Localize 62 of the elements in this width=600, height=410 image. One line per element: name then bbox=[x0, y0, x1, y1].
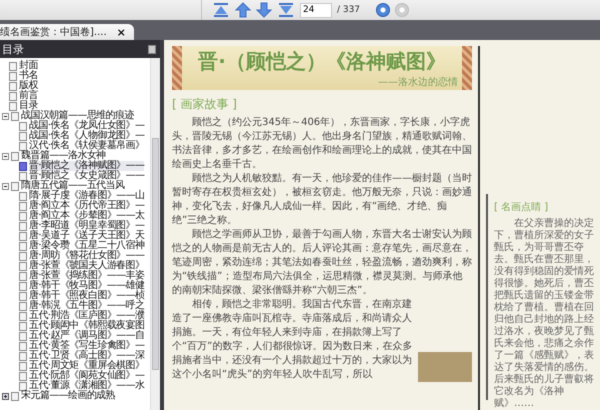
outline-item[interactable]: 唐·张萱《虢国夫人游春图》 bbox=[0, 261, 150, 271]
body-paragraph: 顾恺之为人机敏狡黠。有一天，他珍爱的佳作——橱封题（当时暂时寄存在权贵桓玄处），被桓玄窃走。他万般无奈，只说：画妙通神，变化飞去，好像凡人成仙一样。因此，有“画绝、才绝、痴绝”三绝之称。 bbox=[172, 172, 472, 228]
body-paragraph: 顾恺之（约公元345年～406年），东晋画家，字长康，小字虎头，晋陵无锡（今江苏无锡）人。他出身名门望族，精通歌赋词翰、书法音律，多才多艺，在绘画创作和绘画理论上的成就，使其在中国绘画史上名垂千古。 bbox=[172, 116, 472, 172]
outline-item[interactable]: 五代·卫贤《高士图》——深 bbox=[0, 351, 150, 361]
up-arrow-icon[interactable] bbox=[234, 2, 251, 18]
collapse-icon[interactable] bbox=[2, 152, 9, 160]
scrollbar[interactable] bbox=[150, 58, 160, 410]
outline-item[interactable]: 魏晋篇——洛水女神 bbox=[0, 151, 150, 161]
expand-icon[interactable] bbox=[2, 392, 9, 400]
side-note-heading: [ 名画点睛 ] bbox=[494, 200, 550, 214]
outline-item[interactable]: 五代·黄筌《写生珍禽图》— bbox=[0, 341, 150, 351]
body-paragraph: 相传，顾恺之非常聪明。我国古代东晋，在南京建造了一座佛教寺庙叫瓦棺寺。寺庙落成后，和尚请众人捐施。一天，有位年轻人来到寺庙，在捐款簿上写了个“百万”的数字，人们都很惊讶。因为数日来，在众多捐施者当中，还没有一个人捐款超过十万的，大家以为这个小名叫“虎头”的穷年轻人吹牛乱写，所以 bbox=[172, 298, 414, 382]
outline-item[interactable]: 唐·李昭道《明皇幸蜀图》— bbox=[0, 221, 150, 231]
outline-title: 目录 bbox=[2, 42, 24, 56]
back-button-icon[interactable] bbox=[376, 3, 390, 17]
outline-item[interactable]: 封面 bbox=[0, 61, 150, 71]
outline-item[interactable]: 唐·韩干《牧马图》——雄健 bbox=[0, 281, 150, 291]
last-page-icon[interactable] bbox=[276, 2, 295, 18]
outline-item[interactable]: 唐·周昉《簪花仕女图》—— bbox=[0, 251, 150, 261]
ornament-icon bbox=[172, 46, 182, 90]
outline-item[interactable]: 五代·阮郜《阆苑女仙图》— bbox=[0, 371, 150, 381]
outline-item[interactable]: 五代·周文矩《重屏会棋图》 bbox=[0, 361, 150, 371]
outline-item[interactable]: 唐·梁令瓒《五星二十八宿神 bbox=[0, 241, 150, 251]
page-subtitle: ——洛水边的恋情 bbox=[378, 76, 458, 88]
outline-item[interactable]: 隋·展子虔《游春图》——山 bbox=[0, 191, 150, 201]
first-page-icon[interactable] bbox=[212, 2, 230, 18]
outline-item[interactable]: 唐·阎立本《步辇图》——太 bbox=[0, 211, 150, 221]
ornament-icon bbox=[462, 46, 472, 90]
document-tab[interactable]: 绩名画鉴赏：中国卷].... × bbox=[0, 24, 134, 40]
outline-item[interactable]: 汉代·佚名《轪侯妻墓帛画》 bbox=[0, 141, 150, 151]
page-title: 晋·（顾恺之）《洛神赋图》 bbox=[198, 48, 446, 74]
outline-item[interactable]: 唐·阎立本《历代帝王图》— bbox=[0, 201, 150, 211]
outline-item[interactable]: 五代·赵严《调马图》——自 bbox=[0, 331, 150, 341]
outline-item[interactable]: 版权 bbox=[0, 81, 150, 91]
panel-menu-icon[interactable] bbox=[148, 44, 156, 54]
side-note-text: 在父亲曹操的决定下，曹植所深爱的女子甄氏，为哥哥曹丕夺去。甄氏在曹丕那里，没有得到稳固的爱情死得很惨。她死后，曹丕把甄氏遗留的玉镂金带枕给了曹植。曹植在回归他自己封地的路上经过洛水，夜晚梦见了甄氏来会他，悲痛之余作了一篇《感甄赋》，表达了失落爱情的感伤。后来甄氏的儿子曹叡将它改名为《洛神赋》…… bbox=[494, 218, 594, 410]
outline-item[interactable]: 隋唐五代篇——五代当风 bbox=[0, 181, 150, 191]
outline-item[interactable]: 战国汉朝篇——思维的痕迹 bbox=[0, 111, 150, 121]
outline-item[interactable]: 五代·顾闳中《韩熙载夜宴图 bbox=[0, 321, 150, 331]
painting-photo-placeholder bbox=[418, 352, 472, 382]
collapse-icon[interactable] bbox=[2, 182, 9, 190]
outline-item[interactable]: 晋·顾恺之《女史箴图》—— bbox=[0, 171, 150, 181]
close-tab-button[interactable]: × bbox=[116, 26, 126, 38]
collapse-icon[interactable] bbox=[2, 112, 9, 120]
page-number-field[interactable]: 24 bbox=[300, 2, 332, 18]
outline-item[interactable]: 唐·韩干《照夜白图》——桢 bbox=[0, 291, 150, 301]
outline-item[interactable]: 战国·佚名《龙凤仕女图》— bbox=[0, 121, 150, 131]
outline-item[interactable]: 五代·荆浩《匡庐图》——濮 bbox=[0, 311, 150, 321]
scrollbar-thumb[interactable] bbox=[152, 138, 159, 370]
outline-item[interactable]: 前言 bbox=[0, 91, 150, 101]
outline-item[interactable]: 宋元篇——绘画的成熟 bbox=[0, 391, 150, 401]
outline-item[interactable]: 唐·吴道子《送子天王图》天 bbox=[0, 231, 150, 241]
outline-item[interactable]: 唐·韩滉《五牛图》——呼之 bbox=[0, 301, 150, 311]
down-arrow-icon[interactable] bbox=[256, 2, 272, 18]
outline-item[interactable]: 五代·董源《潇湘图》——水 bbox=[0, 381, 150, 391]
outline-item[interactable]: 书名 bbox=[0, 71, 150, 81]
body-paragraph: 顾恺之学画师从卫协，最善于勾画人物，东晋大名士谢安认为顾恺之的人物画是前无古人的。后人评论其画：意存笔先，画尽意在，笔迹周密，紧劲连绵；其笔法如春蚕吐丝，轻盈流畅，遒劲爽利，称为“铁线描”；造型布局六法俱全，运思精微，襟灵莫测。与师承他的南朝宋陆探微、梁张僧繇并称“六朝三杰”。 bbox=[172, 228, 472, 298]
outline-item[interactable]: 目录 bbox=[0, 101, 150, 111]
outline-item[interactable]: 唐·张萱《捣练图》——丰姿 bbox=[0, 271, 150, 281]
section-heading: [ 画家故事 ] bbox=[172, 96, 238, 113]
page-total: / 337 bbox=[336, 5, 360, 15]
outline-item[interactable]: 战国·佚名《人物御龙图》— bbox=[0, 131, 150, 141]
